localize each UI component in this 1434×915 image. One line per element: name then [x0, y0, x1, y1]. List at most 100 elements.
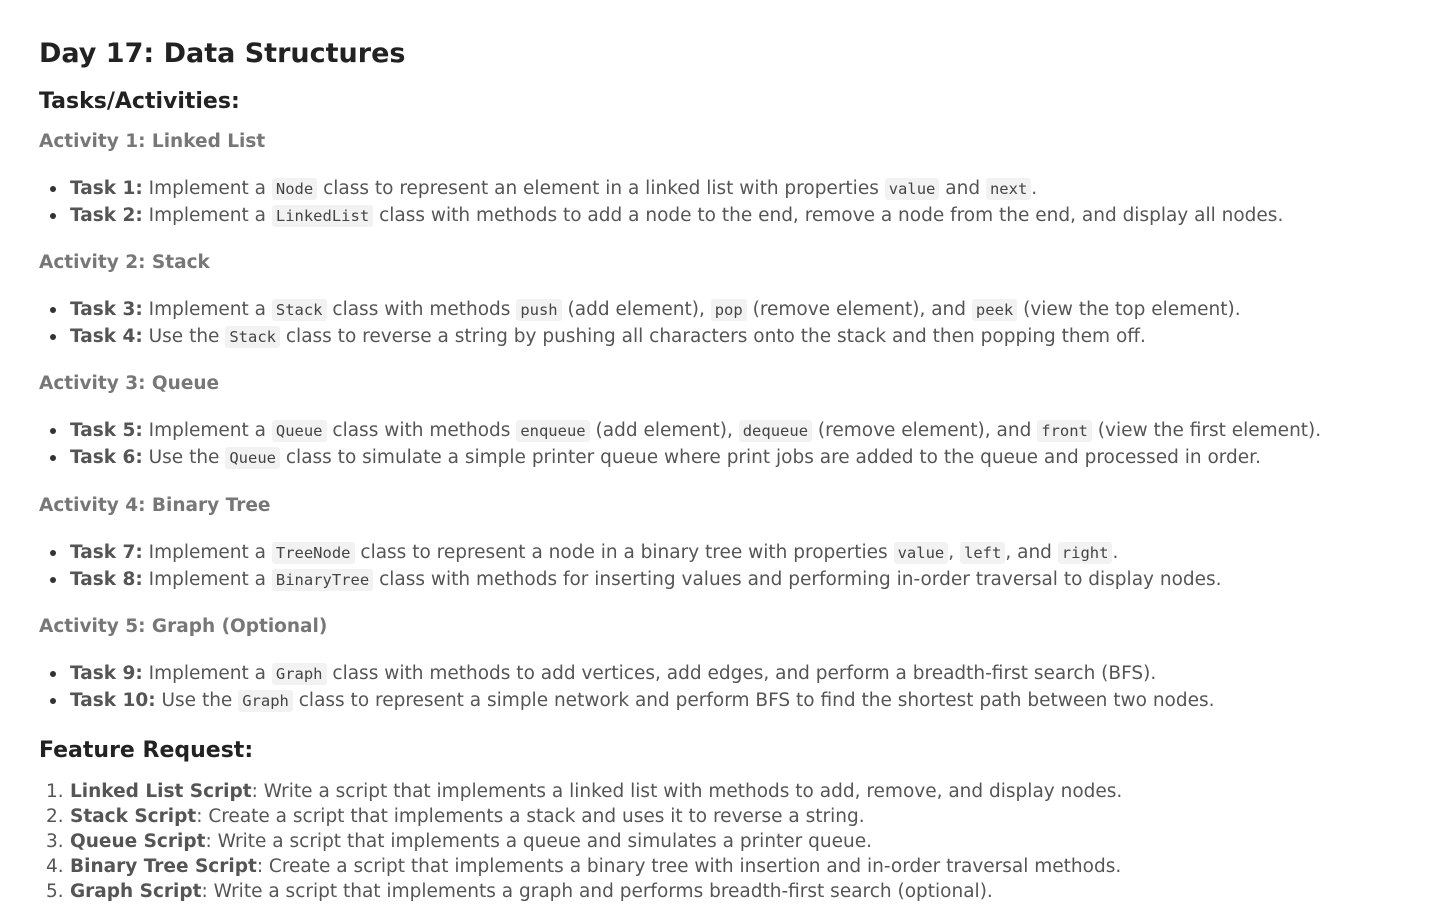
task-item: Task 5: Implement a Queue class with met…: [39, 417, 1321, 444]
feature-list: 1. Linked List Script: Write a script tha…: [39, 779, 1122, 904]
inline-code: enqueue: [516, 420, 590, 442]
task-label: Task 4:: [70, 326, 143, 347]
feature-number: 3.: [46, 831, 64, 852]
inline-code: right: [1057, 542, 1113, 564]
feature-text: : Create a script that implements a bina…: [256, 856, 1122, 877]
feature-item: 3. Queue Script: Write a script that impl…: [39, 829, 1122, 854]
task-text: Implement a: [142, 299, 272, 320]
task-list-4: Task 7: Implement a TreeNode class to re…: [39, 539, 1222, 593]
inline-code: push: [516, 299, 562, 321]
inline-code: LinkedList: [271, 205, 374, 227]
page-title: Day 17: Data Structures: [39, 38, 406, 69]
inline-code: front: [1037, 420, 1092, 442]
task-label: Task 5:: [70, 420, 143, 441]
inline-code: value: [893, 542, 949, 564]
task-text: Implement a: [142, 569, 272, 590]
inline-code: Queue: [225, 447, 280, 469]
activity-heading-1: Activity 1: Linked List: [39, 131, 266, 152]
task-text: (add element),: [589, 420, 739, 441]
feature-item: 1. Linked List Script: Write a script tha…: [39, 779, 1122, 804]
activity-heading-4: Activity 4: Binary Tree: [39, 495, 271, 516]
task-text: , and: [1005, 542, 1058, 563]
feature-item: 4. Binary Tree Script: Create a script th…: [39, 854, 1122, 879]
task-item: Task 6: Use the Queue class to simulate …: [39, 444, 1321, 471]
feature-text: : Write a script that implements a graph…: [201, 881, 993, 902]
task-text: class to represent an element in a linke…: [317, 178, 885, 199]
feature-text: : Write a script that implements a linke…: [251, 781, 1123, 802]
task-text: class to simulate a simple printer queue…: [280, 447, 1261, 468]
inline-code: pop: [710, 299, 747, 321]
feature-number: 1.: [46, 781, 64, 802]
inline-code: Graph: [271, 663, 327, 685]
task-text: Use the: [142, 447, 226, 468]
task-list-3: Task 5: Implement a Queue class with met…: [39, 417, 1321, 471]
task-text: class with methods to add a node to the …: [373, 205, 1284, 226]
task-label: Task 2:: [70, 205, 143, 226]
task-text: class to reverse a string by pushing all…: [280, 326, 1146, 347]
task-label: Task 8:: [70, 569, 143, 590]
task-item: Task 9: Implement a Graph class with met…: [39, 660, 1215, 687]
task-text: (view the first element).: [1091, 420, 1322, 441]
feature-item: 5. Graph Script: Write a script that impl…: [39, 879, 1122, 904]
task-text: Implement a: [142, 205, 272, 226]
tasks-heading: Tasks/Activities:: [39, 89, 240, 114]
task-item: Task 7: Implement a TreeNode class to re…: [39, 539, 1222, 566]
task-item: Task 8: Implement a BinaryTree class wit…: [39, 566, 1222, 593]
inline-code: Queue: [271, 420, 327, 442]
feature-request-heading: Feature Request:: [39, 738, 254, 763]
feature-number: 2.: [46, 806, 64, 827]
task-text: .: [1112, 542, 1119, 563]
feature-label: Stack Script: [70, 806, 197, 827]
task-item: Task 3: Implement a Stack class with met…: [39, 296, 1241, 323]
inline-code: next: [985, 178, 1032, 200]
task-label: Task 3:: [70, 299, 143, 320]
feature-text: : Create a script that implements a stac…: [196, 806, 865, 827]
feature-label: Graph Script: [70, 881, 202, 902]
task-text: class to represent a simple network and …: [292, 690, 1215, 711]
task-text: Implement a: [142, 663, 272, 684]
task-label: Task 6:: [70, 447, 143, 468]
feature-label: Queue Script: [70, 831, 206, 852]
task-text: ,: [948, 542, 961, 563]
feature-number: 4.: [46, 856, 64, 877]
inline-code: BinaryTree: [271, 569, 374, 591]
task-item: Task 1: Implement a Node class to repres…: [39, 175, 1283, 202]
task-text: Use the: [142, 326, 226, 347]
task-text: Implement a: [142, 542, 272, 563]
inline-code: value: [884, 178, 940, 200]
task-text: .: [1031, 178, 1038, 199]
task-item: Task 10: Use the Graph class to represen…: [39, 687, 1215, 714]
task-list-1: Task 1: Implement a Node class to repres…: [39, 175, 1283, 229]
feature-item: 2. Stack Script: Create a script that imp…: [39, 804, 1122, 829]
task-label: Task 7:: [70, 542, 143, 563]
inline-code: left: [960, 542, 1006, 564]
task-text: Implement a: [142, 420, 272, 441]
task-text: (remove element), and: [746, 299, 972, 320]
task-text: class with methods: [326, 299, 517, 320]
task-text: class to represent a node in a binary tr…: [354, 542, 894, 563]
task-label: Task 1:: [70, 178, 143, 199]
inline-code: dequeue: [738, 420, 813, 442]
feature-number: 5.: [46, 881, 64, 902]
task-text: class with methods for inserting values …: [373, 569, 1222, 590]
inline-code: Stack: [225, 326, 280, 348]
inline-code: Graph: [238, 690, 293, 712]
task-text: Use the: [155, 690, 239, 711]
task-text: (add element),: [561, 299, 711, 320]
task-list-5: Task 9: Implement a Graph class with met…: [39, 660, 1215, 714]
activity-heading-5: Activity 5: Graph (Optional): [39, 616, 328, 637]
task-text: and: [939, 178, 986, 199]
task-item: Task 4: Use the Stack class to reverse a…: [39, 323, 1241, 350]
inline-code: Node: [271, 178, 318, 200]
feature-label: Binary Tree Script: [70, 856, 257, 877]
task-text: class with methods to add vertices, add …: [326, 663, 1157, 684]
inline-code: TreeNode: [271, 542, 355, 564]
task-list-2: Task 3: Implement a Stack class with met…: [39, 296, 1241, 350]
activity-heading-3: Activity 3: Queue: [39, 373, 220, 394]
activity-heading-2: Activity 2: Stack: [39, 252, 210, 273]
task-label: Task 9:: [70, 663, 143, 684]
task-text: Implement a: [142, 178, 272, 199]
inline-code: Stack: [271, 299, 327, 321]
task-text: (remove element), and: [812, 420, 1038, 441]
feature-text: : Write a script that implements a queue…: [205, 831, 873, 852]
